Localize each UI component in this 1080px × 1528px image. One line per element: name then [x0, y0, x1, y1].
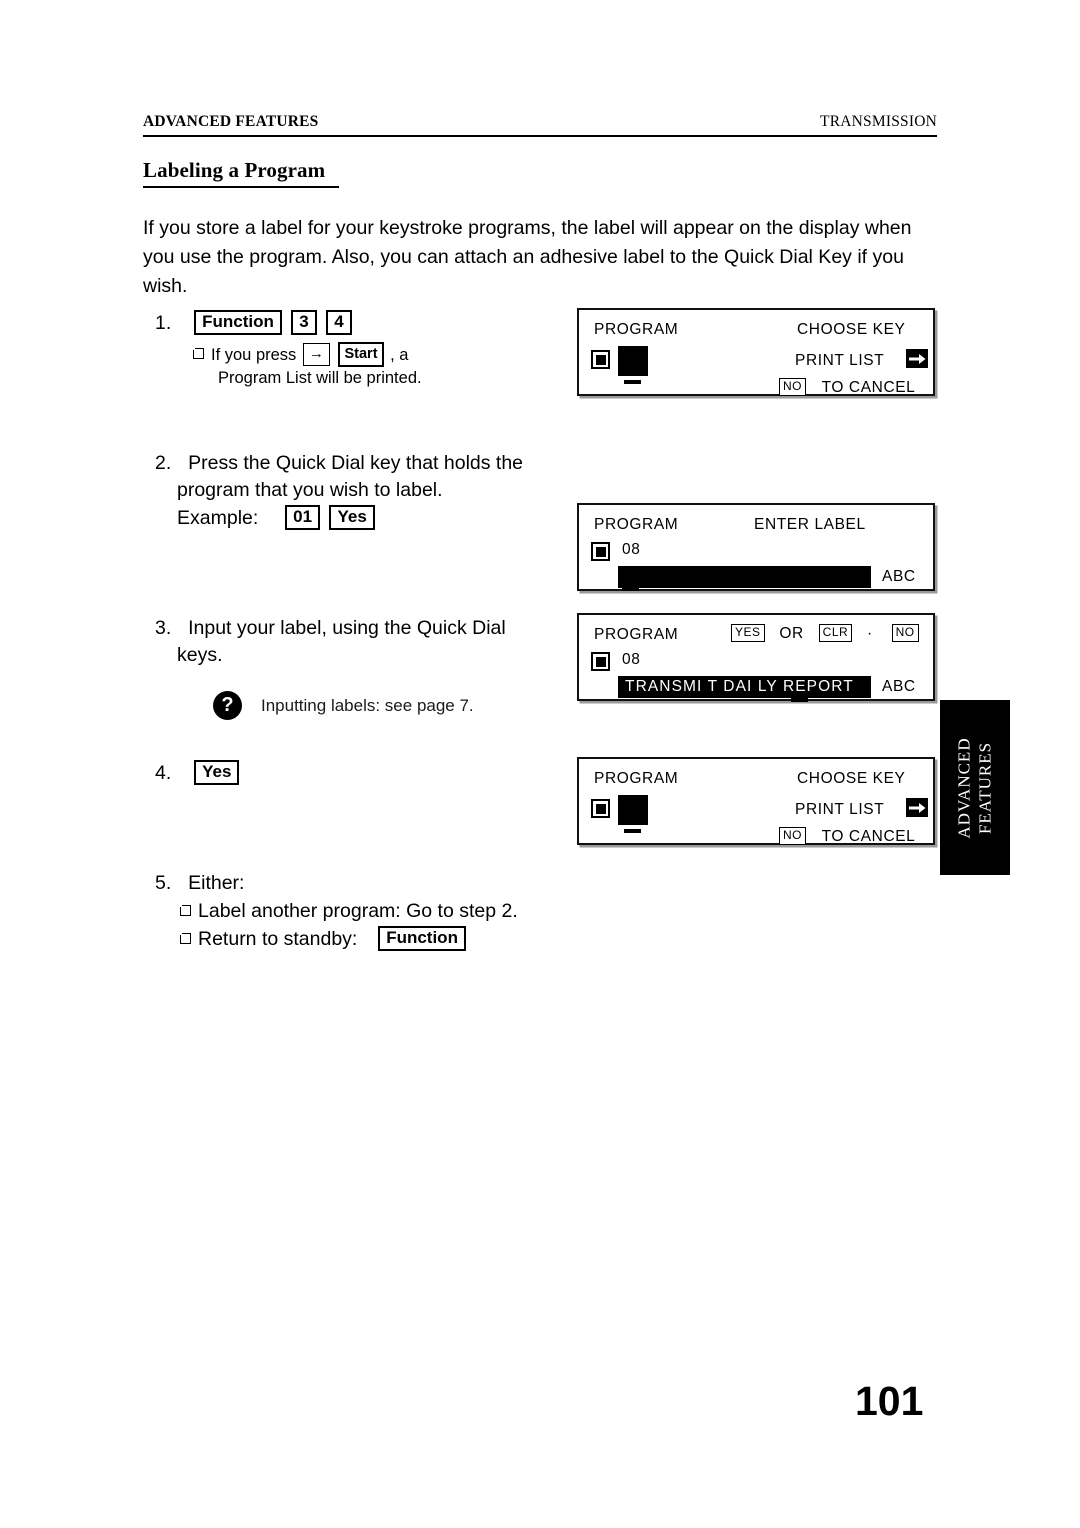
page-number: 101 [855, 1378, 924, 1424]
lcd-3-cursor-underscore [791, 698, 808, 702]
lcd-3-prompt-row: YES OR CLR · NO [731, 624, 919, 643]
lcd-3-key-no: NO [891, 624, 919, 642]
step-2-line2: program that you wish to label. [177, 479, 443, 501]
lcd-4-cursor-block [618, 795, 648, 825]
step-1-number: 1. [155, 312, 172, 334]
key-start[interactable]: Start [338, 342, 384, 367]
step-3-line1: Input your label, using the Quick Dial [188, 617, 506, 639]
lcd-3-indicator-icon [591, 652, 610, 671]
lcd-3-mode: ABC [882, 678, 916, 695]
question-mark-icon: ? [213, 691, 242, 720]
key-arrow-right[interactable]: → [302, 343, 330, 366]
step-1-note-line2: Program List will be printed. [218, 369, 422, 387]
chapter-thumb-tab-line1: ADVANCED [955, 736, 975, 839]
bullet-square-icon [191, 346, 204, 359]
bullet-square-icon [178, 931, 191, 944]
lcd-1-key-no: NO [779, 378, 806, 396]
lcd-4-cursor-underscore [624, 829, 641, 833]
lcd-1-title: PROGRAM [594, 321, 679, 338]
step-1-note: If you press → Start , a Program List wi… [191, 342, 533, 389]
header-divider [143, 135, 937, 137]
step-1-note-prefix: If you press [211, 346, 297, 364]
lcd-4-indicator-icon [591, 799, 610, 818]
lcd-3-dot: · [867, 625, 873, 642]
step-4: 4. Yes [155, 760, 241, 787]
lcd-2-entry-number: 08 [622, 541, 641, 558]
lcd-3-title: PROGRAM [594, 626, 679, 643]
lcd-2-top-right: ENTER LABEL [754, 516, 866, 533]
key-01[interactable]: 01 [285, 505, 321, 530]
key-yes[interactable]: Yes [329, 505, 375, 530]
key-3[interactable]: 3 [291, 310, 317, 335]
lcd-panel-3: PROGRAM YES OR CLR · NO 08 TRANSMI T DAI… [577, 613, 935, 702]
step-2-number: 2. [155, 452, 172, 474]
lcd-3-key-yes: YES [731, 624, 765, 642]
intro-paragraph: If you store a label for your keystroke … [143, 217, 912, 297]
step-5-number: 5. [155, 872, 172, 894]
step-3-line2: keys. [177, 644, 223, 666]
lcd-panel-2: PROGRAM ENTER LABEL 08 ABC [577, 503, 935, 591]
lcd-4-top-right: CHOOSE KEY [797, 770, 906, 787]
step-5-option-2-text: Return to standby: [198, 928, 358, 950]
step-3: 3. Input your label, using the Quick Dia… [155, 615, 575, 669]
step-3-hint-text: Inputting labels: see page 7. [261, 695, 474, 715]
lcd-2-mode: ABC [882, 568, 916, 585]
key-function[interactable]: Function [194, 310, 282, 335]
step-1-note-mid: , a [390, 346, 409, 364]
step-1: 1. Function 3 4 [155, 310, 354, 337]
lcd-2-cursor-underscore [622, 587, 639, 591]
lcd-1-cursor-underscore [624, 380, 641, 384]
lcd-2-label-field [618, 566, 871, 588]
lcd-1-indicator-icon [591, 350, 610, 369]
lcd-4-mid-right: PRINT LIST [795, 801, 885, 818]
step-5-option-1-text: Label another program: Go to step 2. [198, 900, 518, 922]
step-2-line1: Press the Quick Dial key that holds the [188, 452, 524, 474]
lcd-4-title: PROGRAM [594, 770, 679, 787]
bullet-square-icon [178, 903, 191, 916]
lcd-2-title: PROGRAM [594, 516, 679, 533]
lcd-panel-1: PROGRAM CHOOSE KEY PRINT LIST NO TO CANC… [577, 308, 935, 396]
arrow-right-icon [906, 349, 928, 368]
lcd-panel-4: PROGRAM CHOOSE KEY PRINT LIST NO TO CANC… [577, 757, 935, 845]
key-4[interactable]: 4 [326, 310, 352, 335]
lcd-4-bottom-right: TO CANCEL [821, 828, 916, 845]
step-5-option-2: Return to standby: Function [178, 926, 595, 953]
running-header: ADVANCED FEATURES TRANSMISSION [143, 113, 937, 131]
page-title: Labeling a Program [143, 158, 326, 182]
step-5: 5. Either: Label another program: Go to … [155, 870, 595, 953]
key-function-standby[interactable]: Function [378, 926, 466, 951]
step-2-example-label: Example: [177, 507, 259, 529]
header-left-label: ADVANCED FEATURES [143, 113, 319, 130]
lcd-1-cursor-block [618, 346, 648, 376]
arrow-right-icon [906, 798, 928, 817]
lcd-3-label-field: TRANSMI T DAI LY REPORT [618, 676, 871, 698]
lcd-3-key-clr: CLR [818, 624, 853, 642]
step-5-option-1: Label another program: Go to step 2. [178, 898, 595, 925]
step-2: 2. Press the Quick Dial key that holds t… [155, 450, 575, 532]
lcd-2-indicator-icon [591, 542, 610, 561]
lcd-4-bottom-row: NO TO CANCEL [779, 827, 915, 846]
lcd-1-bottom-right: TO CANCEL [821, 379, 916, 396]
lcd-3-or-text: OR [779, 625, 804, 642]
lcd-1-mid-right: PRINT LIST [795, 352, 885, 369]
lcd-4-key-no: NO [779, 827, 806, 845]
chapter-thumb-tab: ADVANCED FEATURES [940, 700, 1010, 875]
lcd-1-bottom-row: NO TO CANCEL [779, 378, 915, 397]
lcd-3-entry-number: 08 [622, 651, 641, 668]
step-4-number: 4. [155, 762, 172, 784]
page-title-underline [143, 186, 339, 188]
chapter-thumb-tab-line2: FEATURES [976, 741, 996, 834]
step-3-number: 3. [155, 617, 172, 639]
lcd-1-top-right: CHOOSE KEY [797, 321, 906, 338]
key-yes-confirm[interactable]: Yes [194, 760, 240, 785]
header-right-label: TRANSMISSION [820, 113, 937, 130]
step-5-title: Either: [188, 872, 245, 894]
step-3-hint: ? Inputting labels: see page 7. [213, 691, 474, 720]
